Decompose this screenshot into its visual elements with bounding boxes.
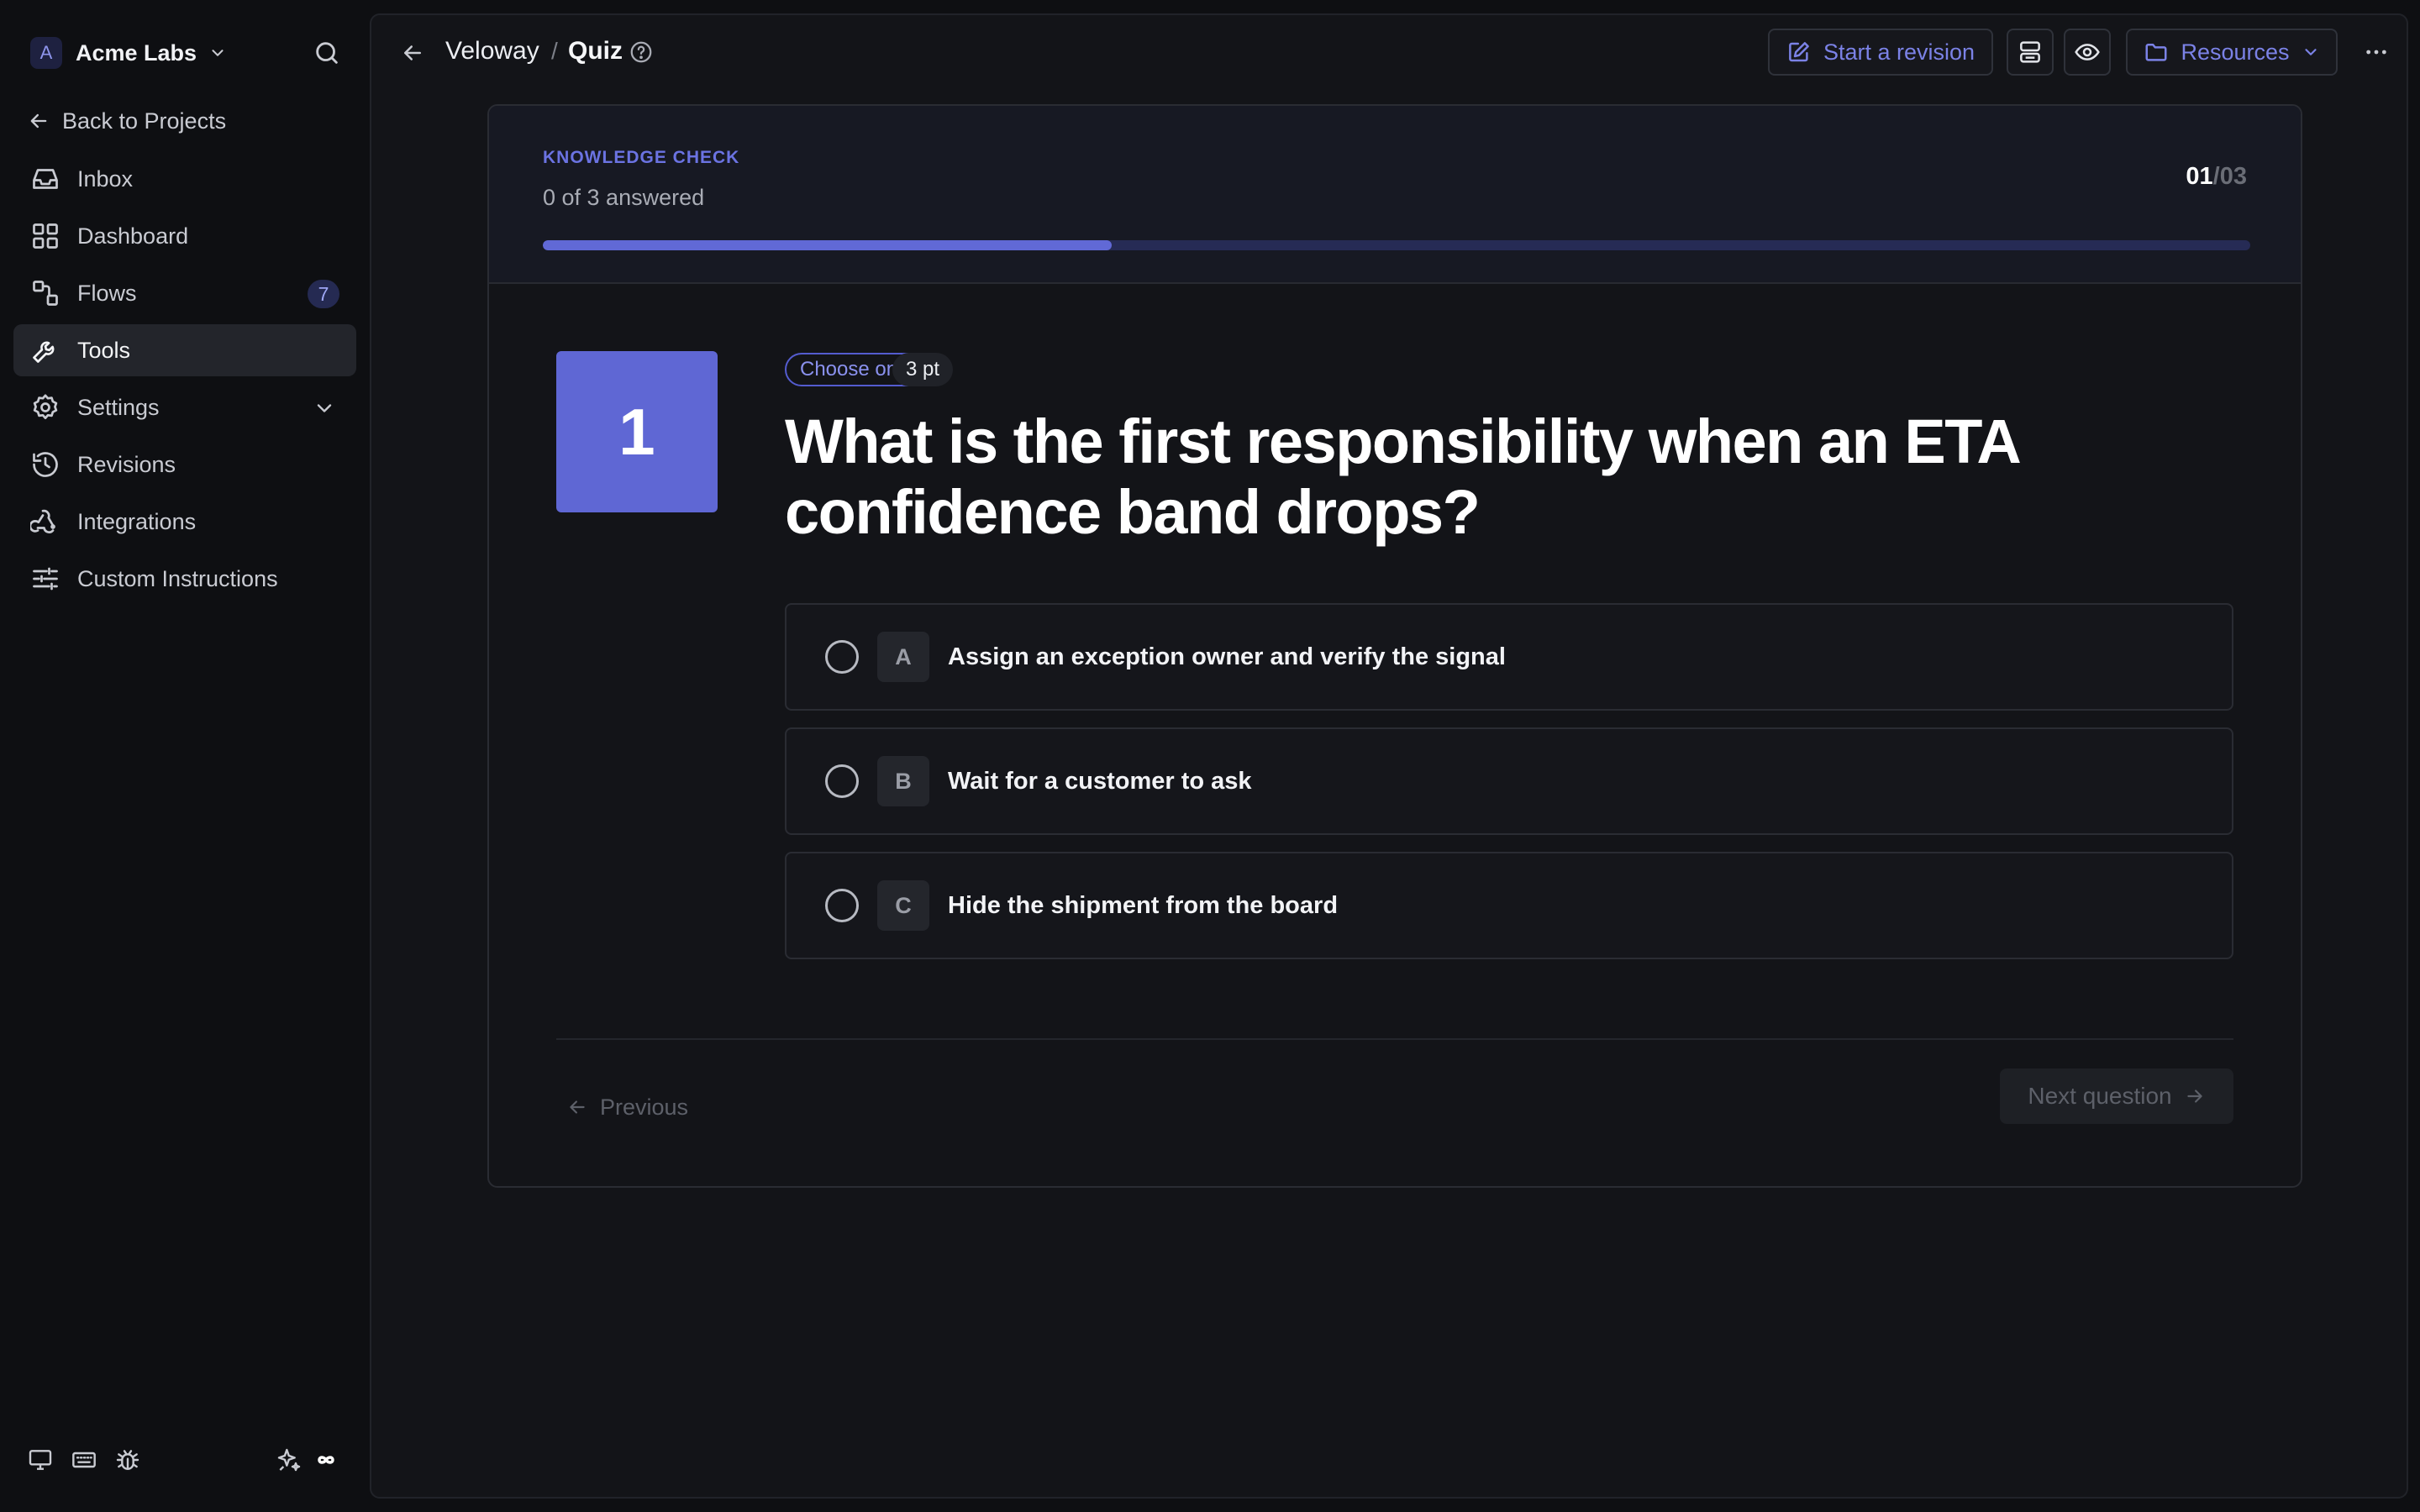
bug-icon[interactable] — [114, 1446, 141, 1473]
resources-label: Resources — [2181, 39, 2290, 65]
answered-status: 0 of 3 answered — [543, 185, 705, 210]
question-number-tile: 1 — [556, 351, 718, 512]
back-to-projects-link[interactable]: Back to Projects — [27, 104, 226, 138]
sidebar-footer — [27, 1446, 343, 1480]
quiz-header: KNOWLEDGE CHECK 0 of 3 answered 01/03 — [489, 106, 2301, 284]
radio-button[interactable] — [825, 764, 859, 798]
sidebar-item-inbox[interactable]: Inbox — [13, 153, 356, 205]
sidebar-item-label: Dashboard — [77, 223, 189, 249]
option-letter: C — [877, 880, 929, 931]
breadcrumb-separator: / — [551, 38, 558, 64]
sidebar-item-label: Revisions — [77, 451, 176, 477]
option-text: Hide the shipment from the board — [948, 891, 1339, 919]
option-text: Wait for a customer to ask — [948, 767, 1252, 795]
counter-separator: / — [2212, 163, 2220, 190]
arrow-left-icon — [566, 1096, 600, 1118]
page-title: Quiz — [568, 37, 623, 65]
resources-dropdown[interactable]: Resources — [2126, 29, 2338, 76]
previous-button[interactable]: Previous — [566, 1082, 688, 1132]
sidebar-item-dashboard[interactable]: Dashboard — [13, 210, 356, 262]
current-question-number: 01 — [2186, 163, 2213, 190]
progress-fill — [543, 240, 1112, 250]
previous-label: Previous — [600, 1094, 689, 1120]
help-circle-icon[interactable] — [629, 39, 654, 65]
sidebar-item-settings[interactable]: Settings — [13, 381, 356, 433]
quiz-card: KNOWLEDGE CHECK 0 of 3 answered 01/03 1 … — [487, 104, 2302, 1188]
workspace-name: Acme Labs — [76, 39, 197, 66]
sidebar-item-label: Integrations — [77, 508, 197, 534]
question-text: What is the first responsibility when an… — [785, 407, 2019, 547]
preview-button[interactable] — [2064, 29, 2111, 76]
sidebar-item-label: Tools — [77, 337, 131, 363]
sidebar-item-tools[interactable]: Tools — [13, 324, 356, 376]
divider — [556, 1038, 2233, 1040]
workspace-avatar: A — [30, 37, 62, 69]
progress-bar — [543, 240, 2250, 250]
option-letter: A — [877, 632, 929, 682]
main-panel: Veloway / Quiz Start a revision Resource… — [370, 13, 2408, 1499]
arrow-left-icon[interactable] — [400, 40, 425, 66]
next-question-button[interactable]: Next question — [2000, 1068, 2233, 1124]
answer-option-c[interactable]: C Hide the shipment from the board — [785, 852, 2233, 959]
flows-icon — [30, 278, 60, 308]
chevron-down-icon — [2302, 43, 2320, 61]
sidebar-item-revisions[interactable]: Revisions — [13, 438, 356, 491]
arrow-left-icon — [27, 109, 62, 133]
option-letter: B — [877, 756, 929, 806]
sidebar-item-label: Inbox — [77, 165, 134, 192]
grid-icon — [30, 221, 60, 251]
arrow-right-icon — [2172, 1085, 2206, 1107]
panel-layout-icon — [2017, 39, 2044, 66]
monitor-icon[interactable] — [27, 1446, 54, 1473]
points-badge: 3 pt — [892, 353, 954, 386]
sliders-icon — [30, 564, 60, 594]
answer-options: A Assign an exception owner and verify t… — [785, 603, 2233, 976]
sidebar-item-integrations[interactable]: Integrations — [13, 496, 356, 548]
answer-option-a[interactable]: A Assign an exception owner and verify t… — [785, 603, 2233, 711]
keyboard-icon[interactable] — [71, 1446, 97, 1473]
folder-icon — [2144, 39, 2169, 65]
sparkles-icon[interactable] — [276, 1446, 302, 1473]
sidebar-item-flows[interactable]: Flows 7 — [13, 267, 356, 319]
history-icon — [30, 449, 60, 480]
sidebar-nav: Inbox Dashboard Flows 7 Tools Settings R… — [13, 153, 356, 610]
toggle-panel-button[interactable] — [2007, 29, 2054, 76]
webhook-icon — [30, 507, 60, 537]
radio-button[interactable] — [825, 889, 859, 922]
section-label: KNOWLEDGE CHECK — [543, 148, 740, 167]
eye-icon — [2074, 39, 2101, 66]
chevron-down-icon — [208, 44, 227, 62]
sidebar-item-label: Flows — [77, 280, 137, 306]
sidebar-item-label: Custom Instructions — [77, 565, 278, 591]
radio-button[interactable] — [825, 640, 859, 674]
infinity-icon[interactable] — [313, 1446, 339, 1473]
start-revision-button[interactable]: Start a revision — [1768, 29, 1993, 76]
sidebar-item-label: Settings — [77, 394, 160, 420]
sidebar: A Acme Labs Back to Projects Inbox Dashb… — [0, 0, 370, 1512]
gear-icon — [30, 392, 60, 423]
option-text: Assign an exception owner and verify the… — [948, 643, 1506, 670]
edit-icon — [1786, 39, 1823, 65]
search-icon[interactable] — [313, 39, 341, 67]
wrench-icon — [30, 335, 60, 365]
back-to-projects-label: Back to Projects — [62, 108, 227, 134]
chevron-down-icon[interactable] — [313, 396, 336, 420]
total-questions: 03 — [2219, 163, 2247, 190]
sidebar-item-custom-instructions[interactable]: Custom Instructions — [13, 553, 356, 605]
start-revision-label: Start a revision — [1823, 39, 1975, 65]
flows-count-badge: 7 — [308, 280, 339, 308]
inbox-icon — [30, 164, 60, 194]
next-question-label: Next question — [2028, 1083, 2172, 1109]
answer-option-b[interactable]: B Wait for a customer to ask — [785, 727, 2233, 835]
more-options-icon[interactable] — [2363, 39, 2390, 66]
breadcrumb-project[interactable]: Veloway — [445, 37, 539, 66]
workspace-switcher[interactable]: A Acme Labs — [30, 35, 227, 71]
question-counter: 01/03 — [2186, 163, 2247, 191]
